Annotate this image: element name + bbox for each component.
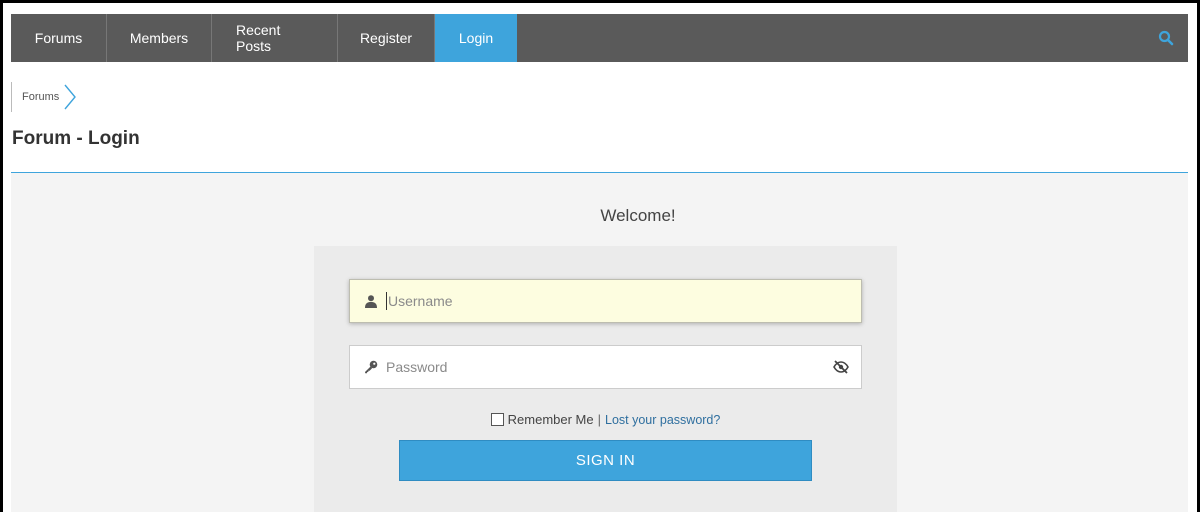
nav-members-label: Members <box>129 30 189 46</box>
welcome-heading: Welcome! <box>600 206 676 225</box>
search-button[interactable] <box>1144 14 1188 62</box>
nav-members[interactable]: Members <box>107 14 212 62</box>
nav-recent-posts[interactable]: Recent Posts <box>212 14 338 62</box>
nav-recent-posts-label: Recent Posts <box>236 22 281 54</box>
nav-login-label: Login <box>458 30 494 46</box>
toggle-password-visibility[interactable] <box>821 360 861 374</box>
remember-row: Remember Me | Lost your password? <box>314 412 897 427</box>
nav-forums[interactable]: Forums <box>11 14 107 62</box>
top-navigation: Forums Members Recent Posts Register Log… <box>11 14 1188 62</box>
search-icon <box>1158 30 1174 46</box>
breadcrumb-item-label: Forums <box>22 91 60 103</box>
eye-slash-icon <box>833 360 849 374</box>
text-caret <box>386 292 387 310</box>
nav-register[interactable]: Register <box>338 14 435 62</box>
user-icon <box>350 294 386 308</box>
login-content: Welcome! Username Remember Me | Lost you… <box>11 173 1188 512</box>
sign-in-button[interactable]: SIGN IN <box>399 440 812 481</box>
nav-register-label: Register <box>359 30 413 46</box>
username-input[interactable] <box>388 280 861 322</box>
remember-me-label[interactable]: Remember Me <box>508 412 594 427</box>
nav-login[interactable]: Login <box>435 14 517 62</box>
breadcrumb-item-forums[interactable]: Forums <box>11 82 77 112</box>
username-field[interactable] <box>349 279 862 323</box>
remember-me-checkbox[interactable] <box>490 413 504 426</box>
lost-password-link[interactable]: Lost your password? <box>605 413 720 427</box>
key-icon <box>350 360 386 374</box>
breadcrumb: Forums <box>11 82 77 112</box>
password-input[interactable] <box>386 346 821 388</box>
separator: | <box>597 412 601 427</box>
chevron-right-icon <box>64 84 77 110</box>
nav-forums-label: Forums <box>34 30 83 46</box>
page-title: Forum - Login <box>12 128 140 149</box>
login-panel: Remember Me | Lost your password? SIGN I… <box>314 246 897 512</box>
password-field[interactable] <box>349 345 862 389</box>
